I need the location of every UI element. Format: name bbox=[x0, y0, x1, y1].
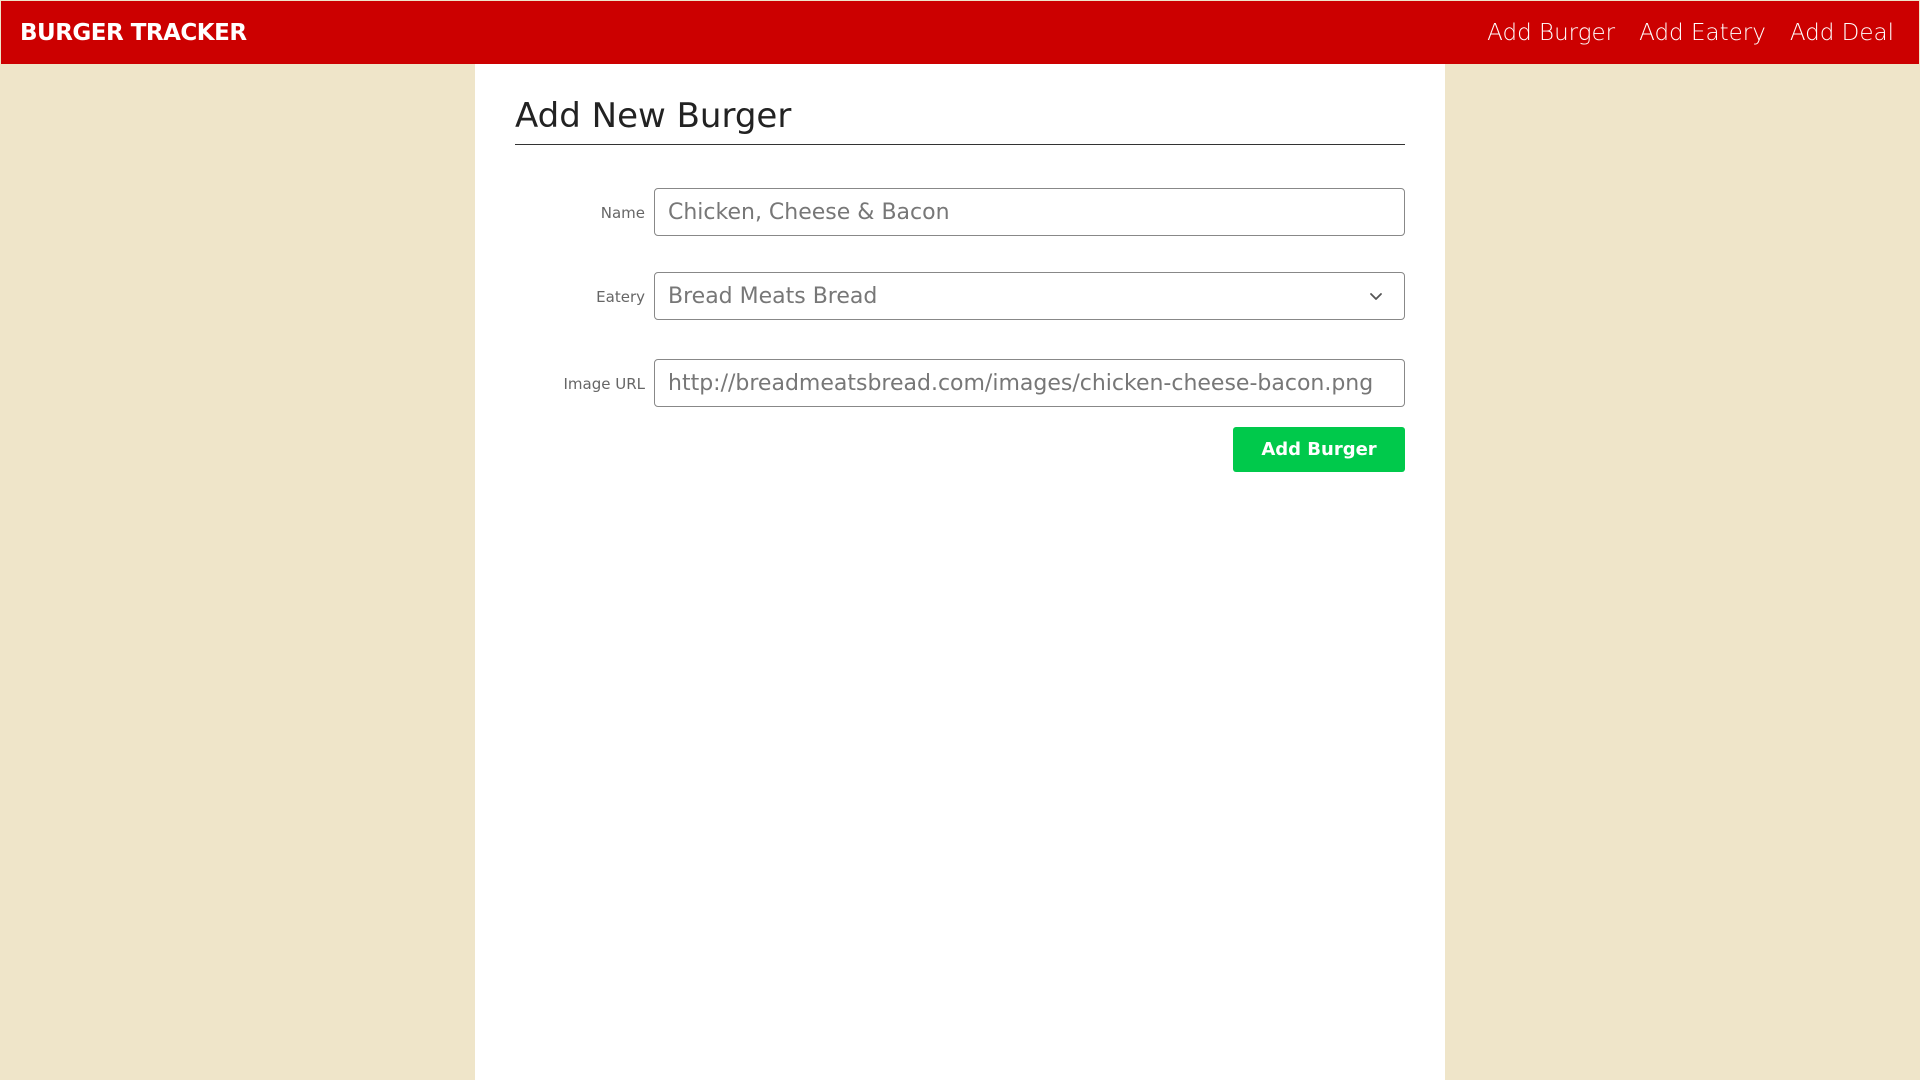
eatery-select[interactable]: Bread Meats Bread bbox=[654, 272, 1405, 320]
eatery-row: Eatery Bread Meats Bread bbox=[475, 272, 1405, 320]
image-url-row: Image URL bbox=[475, 359, 1405, 407]
image-url-label: Image URL bbox=[563, 375, 645, 393]
navbar: BURGER TRACKER Add Burger Add Eatery Add… bbox=[1, 1, 1919, 64]
nav-link-add-deal[interactable]: Add Deal bbox=[1790, 20, 1894, 46]
add-burger-button[interactable]: Add Burger bbox=[1233, 427, 1405, 472]
name-label: Name bbox=[600, 204, 645, 222]
eatery-label: Eatery bbox=[596, 288, 645, 306]
name-input[interactable] bbox=[654, 188, 1405, 236]
nav-links: Add Burger Add Eatery Add Deal bbox=[1487, 20, 1894, 46]
eatery-selected-value: Bread Meats Bread bbox=[668, 283, 878, 309]
page-title: Add New Burger bbox=[515, 96, 1405, 146]
nav-link-add-eatery[interactable]: Add Eatery bbox=[1639, 20, 1766, 46]
brand-logo[interactable]: BURGER TRACKER bbox=[20, 20, 247, 46]
nav-link-add-burger[interactable]: Add Burger bbox=[1487, 20, 1615, 46]
name-row: Name bbox=[475, 188, 1405, 236]
form-panel: Add New Burger Name Eatery Bread Meats B… bbox=[475, 64, 1445, 1080]
chevron-down-icon bbox=[1365, 285, 1387, 307]
image-url-input[interactable] bbox=[654, 359, 1405, 407]
